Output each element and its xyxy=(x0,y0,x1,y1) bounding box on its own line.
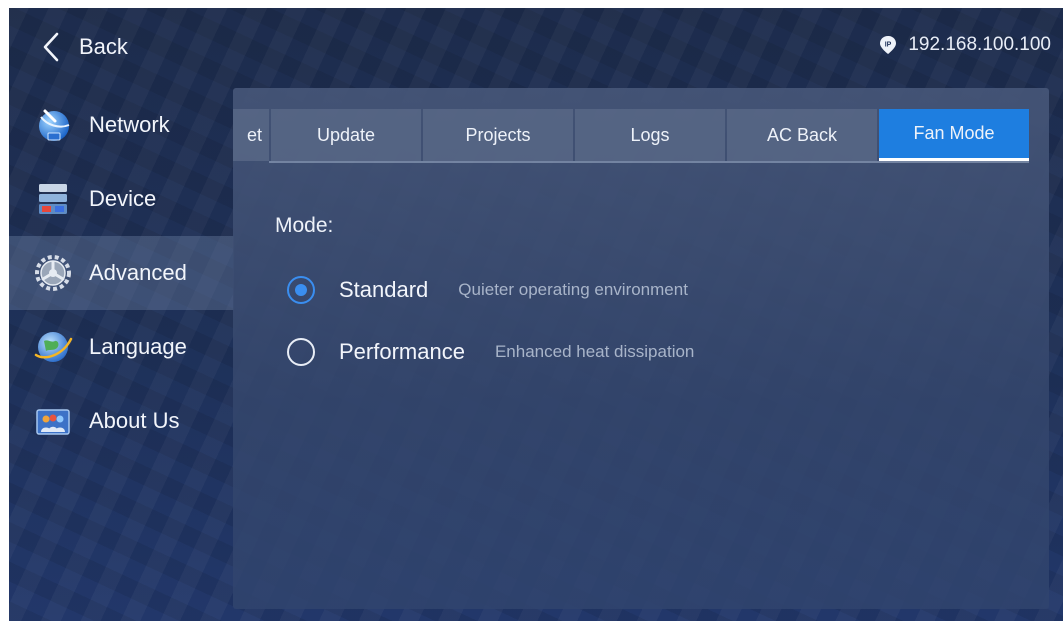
network-icon xyxy=(39,109,70,141)
sidebar-item-label: Advanced xyxy=(89,260,187,285)
sidebar: Network Device Advanced Language About U… xyxy=(9,88,234,458)
sidebar-item-label: Language xyxy=(89,334,187,359)
mode-label: Mode: xyxy=(275,214,334,237)
device-icon xyxy=(39,184,67,214)
tab-label: Fan Mode xyxy=(913,123,995,143)
radio-standard[interactable] xyxy=(287,276,315,304)
tab-label: AC Back xyxy=(766,124,838,145)
svg-text:IP: IP xyxy=(885,42,892,49)
option-standard[interactable]: Standard Quieter operating environment xyxy=(287,274,688,306)
content-panel: et Update Projects Logs AC Back Fan Mode… xyxy=(233,88,1049,609)
tab-label: Logs xyxy=(630,124,670,145)
option-title: Performance xyxy=(339,339,465,364)
tab-logs[interactable]: Logs xyxy=(575,109,725,161)
option-description: Quieter operating environment xyxy=(458,280,688,299)
tab-label: Projects xyxy=(465,124,531,145)
ip-pin-icon: IP xyxy=(880,36,897,54)
tab-bar: et Update Projects Logs AC Back Fan Mode xyxy=(233,109,1049,163)
tab-projects[interactable]: Projects xyxy=(423,109,573,161)
tab-partial[interactable]: et xyxy=(233,109,269,161)
sidebar-item-device[interactable]: Device xyxy=(9,162,234,236)
globe-icon xyxy=(34,332,73,362)
sidebar-item-network[interactable]: Network xyxy=(9,88,234,162)
top-bar: Back IP 192.168.100.100 xyxy=(9,8,1063,86)
tab-label: et xyxy=(247,124,263,145)
ip-address: 192.168.100.100 xyxy=(908,34,1051,55)
tab-label: Update xyxy=(316,124,376,145)
sidebar-item-advanced[interactable]: Advanced xyxy=(9,236,234,310)
tab-ac-back[interactable]: AC Back xyxy=(727,109,877,161)
sidebar-item-label: Device xyxy=(89,186,157,211)
sidebar-item-label: About Us xyxy=(89,408,180,433)
sidebar-item-language[interactable]: Language xyxy=(9,310,234,384)
option-performance[interactable]: Performance Enhanced heat dissipation xyxy=(287,336,694,368)
chevron-left-icon xyxy=(43,32,59,62)
back-button[interactable]: Back xyxy=(37,30,128,64)
device-screen: Back IP 192.168.100.100 Network Device A… xyxy=(9,8,1063,621)
radio-performance[interactable] xyxy=(287,338,315,366)
tab-divider xyxy=(269,161,1029,163)
gear-icon xyxy=(35,255,71,291)
tab-fan-mode[interactable]: Fan Mode xyxy=(879,109,1029,161)
option-description: Enhanced heat dissipation xyxy=(494,342,695,361)
option-title: Standard xyxy=(339,277,429,302)
people-icon xyxy=(36,409,70,435)
tab-update[interactable]: Update xyxy=(271,109,421,161)
sidebar-item-about-us[interactable]: About Us xyxy=(9,384,234,458)
ip-indicator: IP 192.168.100.100 xyxy=(878,34,1051,56)
sidebar-item-label: Network xyxy=(89,112,170,137)
back-label: Back xyxy=(79,34,128,59)
